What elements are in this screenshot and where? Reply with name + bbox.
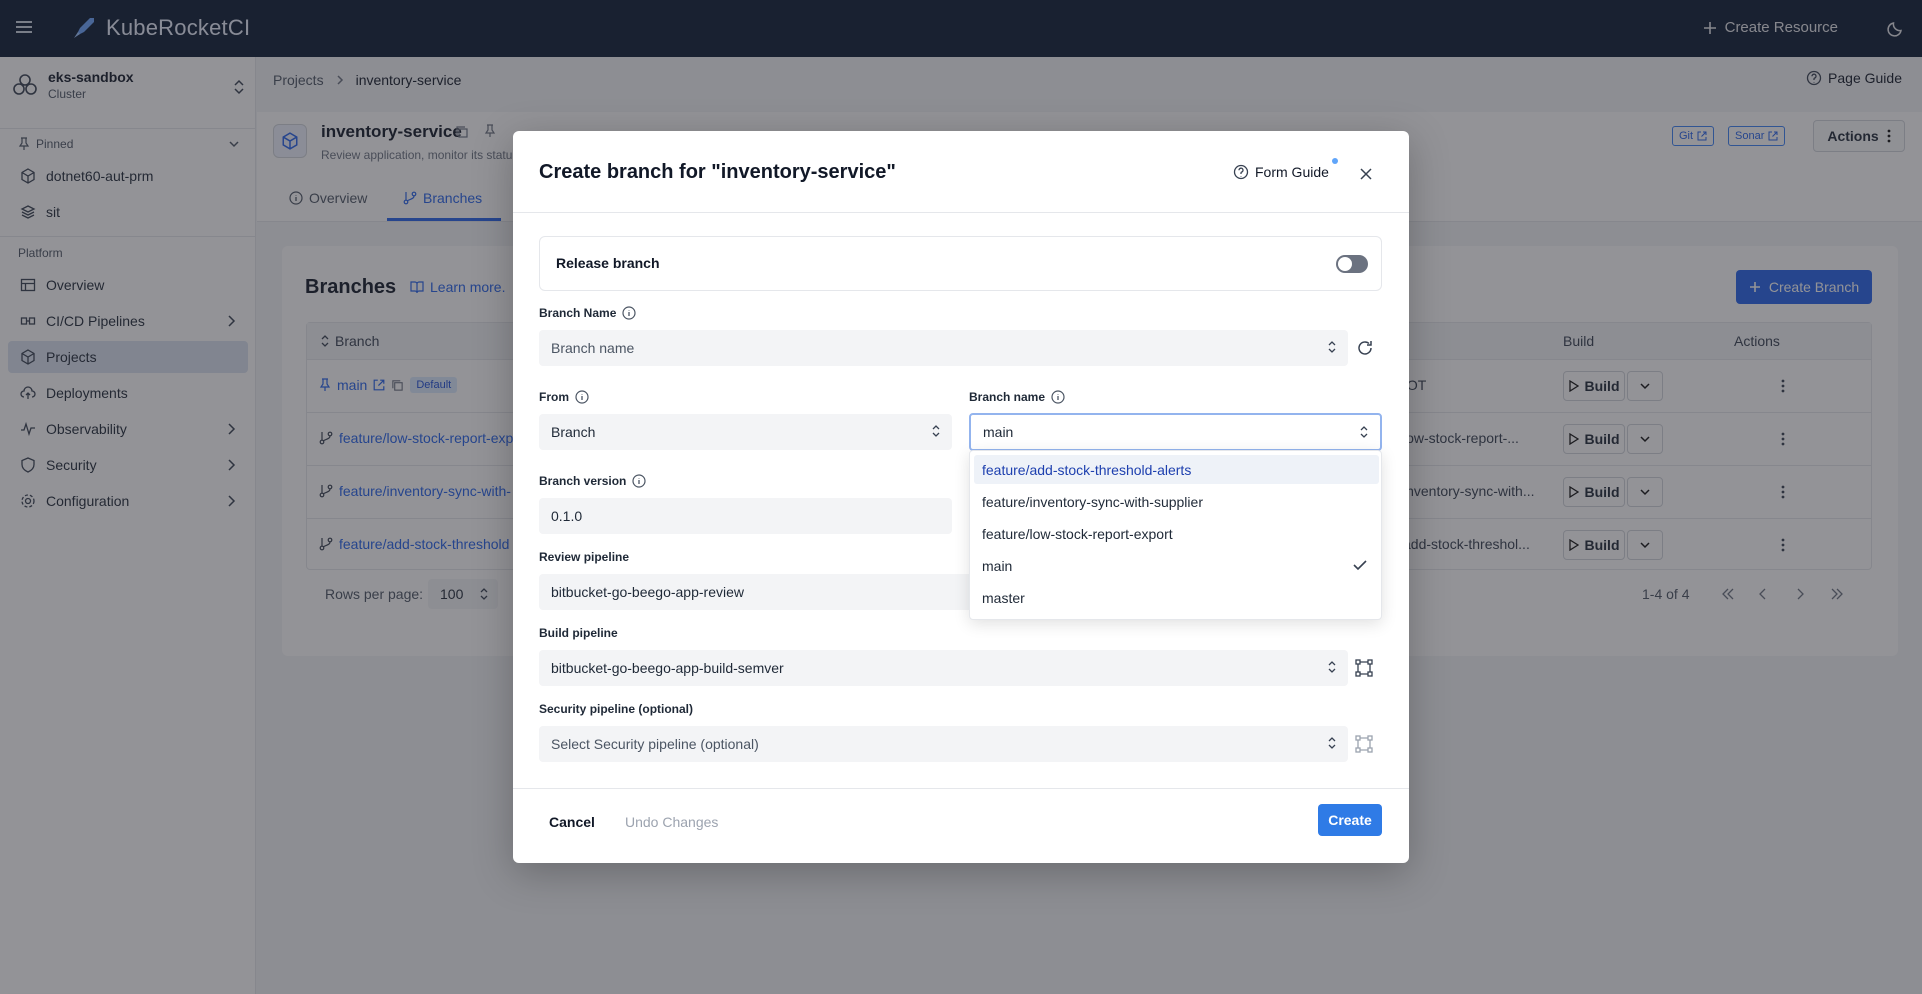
info-icon[interactable] [575,390,589,404]
listbox-option-selected[interactable]: main [974,551,1379,580]
create-branch-dialog: Create branch for "inventory-service" Fo… [513,131,1409,863]
build-pipeline-select[interactable]: bitbucket-go-beego-app-build-semver [539,650,1348,686]
form-guide-button[interactable]: Form Guide [1233,164,1329,180]
input-value: 0.1.0 [551,508,583,524]
info-icon[interactable] [632,474,646,488]
option-label: main [982,557,1013,574]
dialog-title: Create branch for "inventory-service" [539,161,896,183]
dialog-footer-divider [513,788,1409,789]
from-select[interactable]: Branch [539,414,952,450]
placeholder-text: Select Security pipeline (optional) [551,736,759,752]
release-branch-label: Release branch [556,255,660,271]
source-branch-listbox: feature/add-stock-threshold-alerts featu… [969,450,1382,620]
listbox-option[interactable]: feature/low-stock-report-export [974,519,1379,548]
release-branch-row: Release branch [539,236,1382,291]
label-text: From [539,390,569,404]
listbox-option[interactable]: feature/add-stock-threshold-alerts [974,455,1379,484]
listbox-option[interactable]: master [974,583,1379,612]
dialog-divider [513,212,1409,213]
label-text: Branch name [969,390,1046,404]
cancel-button[interactable]: Cancel [539,808,605,836]
undo-changes-button[interactable]: Undo Changes [615,808,728,836]
info-icon[interactable] [622,306,636,320]
refresh-icon[interactable] [1356,339,1374,357]
source-branch-select[interactable]: main [969,413,1382,451]
chevron-updown-icon [932,425,940,437]
info-icon[interactable] [1051,390,1065,404]
pipeline-diagram-icon[interactable] [1355,659,1373,677]
select-value: main [983,424,1014,440]
branch-version-field-label: Branch version [539,474,646,488]
close-icon[interactable] [1359,167,1373,181]
placeholder-text: Branch name [551,340,635,356]
listbox-option[interactable]: feature/inventory-sync-with-supplier [974,487,1379,516]
branch-name-field-label: Branch Name [539,306,636,320]
chevron-updown-icon [1328,341,1336,353]
build-pipeline-field-label: Build pipeline [539,626,618,640]
security-pipeline-field-label: Security pipeline (optional) [539,702,694,716]
release-branch-toggle[interactable] [1336,255,1368,273]
from-field-label: From [539,390,589,404]
branch-version-input[interactable]: 0.1.0 [539,498,952,534]
select-value: bitbucket-go-beego-app-review [551,584,744,600]
label-text: Branch version [539,474,627,488]
branch-name-input[interactable]: Branch name [539,330,1348,366]
help-circle-icon [1233,164,1249,180]
pipeline-diagram-icon[interactable] [1355,735,1373,753]
create-button[interactable]: Create [1318,804,1382,836]
label-text: Branch Name [539,306,617,320]
form-guide-label: Form Guide [1255,164,1329,180]
source-branch-field-label: Branch name [969,390,1065,404]
chevron-updown-icon [1328,737,1336,749]
chevron-updown-icon [1328,661,1336,673]
select-value: Branch [551,424,596,440]
chevron-updown-icon [1360,426,1368,438]
security-pipeline-select[interactable]: Select Security pipeline (optional) [539,726,1348,762]
notification-dot [1332,158,1338,164]
select-value: bitbucket-go-beego-app-build-semver [551,660,784,676]
check-icon [1353,559,1367,571]
review-pipeline-field-label: Review pipeline [539,550,630,564]
